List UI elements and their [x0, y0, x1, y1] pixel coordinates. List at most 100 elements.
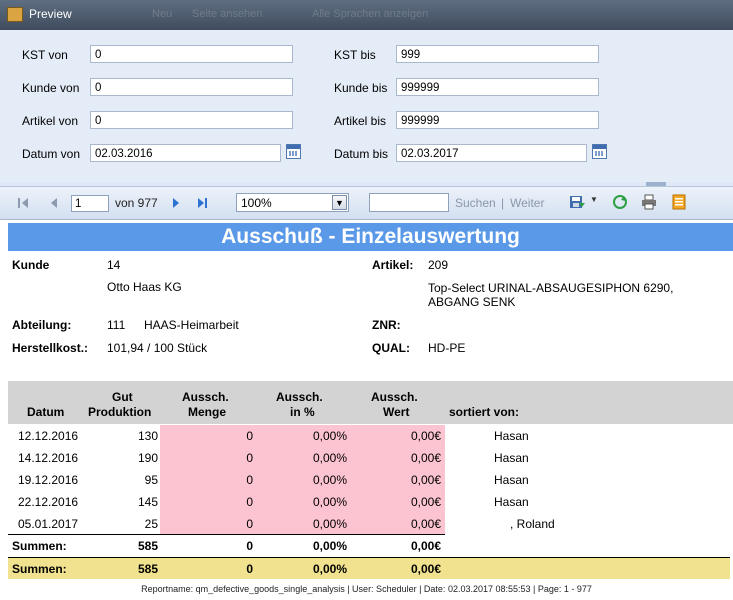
summen-gut: 585: [137, 539, 158, 553]
page-number-input[interactable]: 1: [71, 195, 109, 212]
column-header-gut-line2: Produktion: [88, 405, 152, 419]
summen-wert: 0,00€: [410, 539, 441, 553]
cell-gut: 190: [137, 451, 158, 465]
first-page-arrow-icon[interactable]: [22, 198, 28, 208]
cell-datum: 14.12.2016: [18, 451, 79, 465]
cell-sortiert: Hasan: [494, 495, 529, 509]
export-icon[interactable]: [569, 194, 585, 210]
report-page: Ausschuß - Einzelauswertung Kunde 14 Ott…: [0, 220, 733, 600]
znr-label: ZNR:: [372, 318, 401, 332]
cell-wert: 0,00€: [410, 495, 441, 509]
page-setup-icon[interactable]: [671, 194, 687, 210]
abteilung-label: Abteilung:: [12, 318, 72, 332]
summen-total-gut: 585: [137, 562, 158, 576]
window-title-bar: Preview Neu Seite ansehen Alle Sprachen …: [0, 0, 733, 30]
cell-wert: 0,00€: [410, 517, 441, 531]
page-count: von 977: [115, 196, 158, 210]
artikel-label: Artikel:: [372, 258, 414, 272]
cell-prozent: 0,00%: [312, 495, 347, 509]
cell-wert: 0,00€: [410, 473, 441, 487]
kst-von-input[interactable]: 0: [90, 45, 293, 63]
table-header: Datum Gut Produktion Aussch. Menge Aussc…: [8, 381, 733, 424]
cell-sortiert: Hasan: [494, 429, 529, 443]
qual-label: QUAL:: [372, 341, 410, 355]
cell-gut: 25: [144, 517, 158, 531]
cell-sortiert: , Roland: [510, 517, 555, 531]
calendar-icon[interactable]: [592, 144, 607, 159]
chevron-down-icon[interactable]: ▼: [332, 195, 347, 210]
cell-gut: 130: [137, 429, 158, 443]
artikel-von-input[interactable]: 0: [90, 111, 293, 129]
cell-datum: 12.12.2016: [18, 429, 79, 443]
table-row: 12.12.2016 130 0 0,00% 0,00€ Hasan: [8, 425, 733, 447]
cell-menge: 0: [246, 451, 253, 465]
kst-bis-label: KST bis: [334, 48, 376, 62]
kunde-name: Otto Haas KG: [107, 280, 182, 294]
datum-bis-input[interactable]: 02.03.2017: [396, 144, 587, 162]
app-icon: [7, 7, 23, 22]
ghost-menu-item: Neu: [152, 8, 173, 20]
artikel-number: 209: [428, 258, 449, 272]
abteilung-number: 111: [107, 318, 126, 332]
last-page-bar-icon[interactable]: [205, 198, 207, 208]
refresh-icon[interactable]: [612, 194, 628, 210]
summen-total-label: Summen:: [12, 562, 67, 576]
kunde-label: Kunde: [12, 258, 50, 272]
cell-prozent: 0,00%: [312, 451, 347, 465]
cell-sortiert: Hasan: [494, 473, 529, 487]
parameter-panel: KST von 0 KST bis 999 Kunde von 0 Kunde …: [0, 30, 733, 182]
kunde-bis-label: Kunde bis: [334, 81, 388, 95]
zoom-value: 100%: [241, 196, 272, 210]
artikel-description-line2: ABGANG SENK: [428, 295, 516, 309]
report-footer: Reportname: qm_defective_goods_single_an…: [141, 584, 592, 594]
cell-gut: 95: [144, 473, 158, 487]
ghost-menu-item: Alle Sprachen anzeigen: [312, 8, 429, 20]
column-header-gut-line1: Gut: [112, 390, 133, 404]
find-next-link[interactable]: Weiter: [510, 196, 544, 210]
search-input[interactable]: [369, 193, 449, 212]
find-link[interactable]: Suchen: [455, 196, 496, 210]
table-row: 19.12.2016 95 0 0,00% 0,00€ Hasan: [8, 469, 733, 491]
report-toolbar: 1 von 977 100% ▼ Suchen | Weiter ▼: [0, 186, 733, 220]
kst-bis-input[interactable]: 999: [396, 45, 599, 63]
artikel-bis-input[interactable]: 999999: [396, 111, 599, 129]
abteilung-name: HAAS-Heimarbeit: [144, 318, 239, 332]
column-header-datum: Datum: [27, 405, 65, 419]
cell-datum: 22.12.2016: [18, 495, 79, 509]
artikel-bis-label: Artikel bis: [334, 114, 387, 128]
calendar-icon[interactable]: [286, 144, 301, 159]
column-header-prozent-line2: in %: [290, 405, 315, 419]
first-page-icon[interactable]: [18, 198, 20, 208]
cell-wert: 0,00€: [410, 429, 441, 443]
next-page-icon[interactable]: [173, 198, 179, 208]
cell-sortiert: Hasan: [494, 451, 529, 465]
kst-von-label: KST von: [22, 48, 68, 62]
print-icon[interactable]: [641, 194, 657, 210]
kunde-bis-input[interactable]: 999999: [396, 78, 599, 96]
column-header-menge-line1: Aussch.: [182, 390, 229, 404]
datum-von-input[interactable]: 02.03.2016: [90, 144, 281, 162]
kunde-von-label: Kunde von: [22, 81, 80, 95]
zoom-select[interactable]: 100% ▼: [236, 193, 349, 212]
artikel-description-line1: Top-Select URINAL-ABSAUGESIPHON 6290,: [428, 281, 674, 295]
report-title: Ausschuß - Einzelauswertung: [8, 223, 733, 251]
qual-value: HD-PE: [428, 341, 466, 355]
summen-total-menge: 0: [246, 562, 253, 576]
last-page-icon[interactable]: [198, 198, 204, 208]
window-title: Preview: [29, 7, 72, 21]
cell-menge: 0: [246, 429, 253, 443]
column-header-wert-line2: Wert: [383, 405, 410, 419]
artikel-von-label: Artikel von: [22, 114, 79, 128]
cell-menge: 0: [246, 473, 253, 487]
summen-prozent: 0,00%: [312, 539, 347, 553]
kunde-number: 14: [107, 258, 121, 272]
herstellkosten-value: 101,94 / 100 Stück: [107, 341, 208, 355]
cell-menge: 0: [246, 495, 253, 509]
table-row: 14.12.2016 190 0 0,00% 0,00€ Hasan: [8, 447, 733, 469]
table-row: 05.01.2017 25 0 0,00% 0,00€ , Roland: [8, 513, 733, 535]
column-header-sortiert: sortiert von:: [449, 405, 520, 419]
prev-page-icon[interactable]: [51, 198, 57, 208]
summen-label: Summen:: [12, 539, 67, 553]
kunde-von-input[interactable]: 0: [90, 78, 293, 96]
export-dropdown-icon[interactable]: ▼: [590, 195, 598, 204]
